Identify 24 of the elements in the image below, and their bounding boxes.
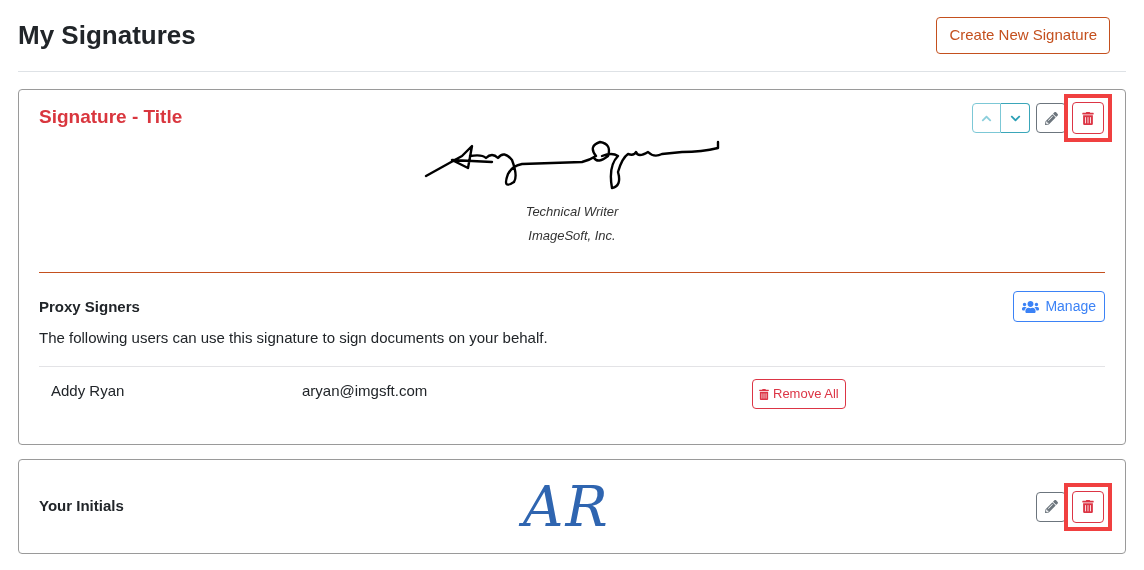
signature-title: Signature - Title — [39, 105, 183, 129]
initials-label: Your Initials — [39, 496, 125, 517]
proxy-description: The following users can use this signature to sign documents on your behalf. — [39, 327, 548, 348]
proxy-signers-heading: Proxy Signers — [39, 297, 141, 317]
remove-all-button[interactable]: Remove All — [752, 379, 846, 409]
users-icon — [1022, 299, 1040, 314]
initials-image: AR — [519, 471, 622, 542]
trash-icon — [759, 388, 769, 400]
page-title: My Signatures — [18, 19, 196, 52]
pencil-icon — [1044, 500, 1058, 513]
edit-button[interactable] — [1036, 103, 1066, 133]
trash-icon — [1082, 500, 1094, 513]
proxy-email: aryan@imgsft.com — [302, 380, 429, 401]
create-signature-button[interactable]: Create New Signature — [936, 17, 1110, 54]
proxy-name: Addy Ryan — [50, 380, 126, 401]
edit-button[interactable] — [1036, 491, 1066, 522]
delete-button[interactable] — [1072, 102, 1104, 134]
manage-button[interactable]: Manage — [1013, 291, 1105, 322]
company-name: ImageSoft, Inc. — [528, 226, 616, 245]
trash-icon — [1082, 111, 1094, 125]
delete-button[interactable] — [1072, 490, 1104, 523]
move-down-button[interactable] — [1001, 103, 1030, 133]
job-title: Technical Writer — [525, 203, 619, 221]
pencil-icon — [1044, 111, 1058, 125]
